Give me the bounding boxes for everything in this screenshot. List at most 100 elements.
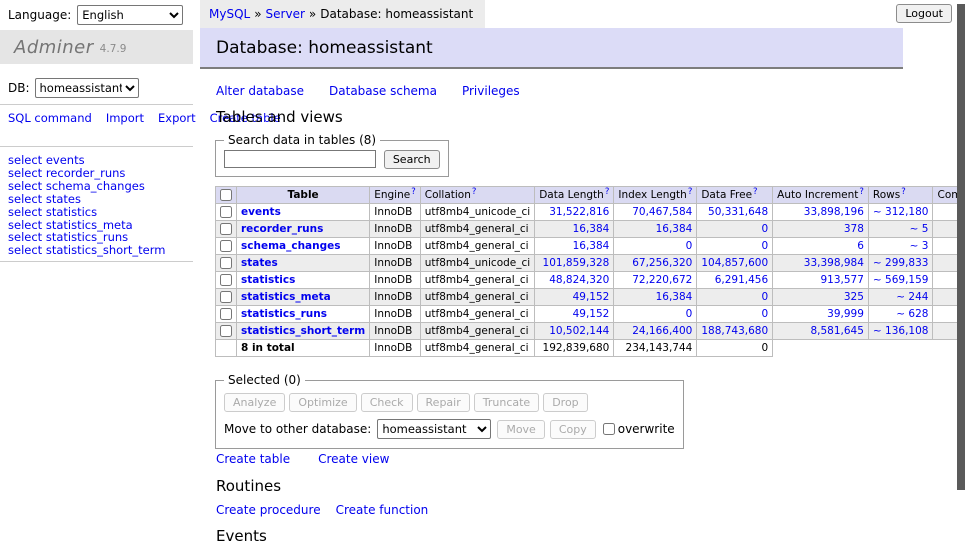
truncate-button[interactable]: Truncate [474, 393, 539, 412]
create-procedure-link[interactable]: Create procedure [216, 503, 321, 517]
table-name-link[interactable]: statistics_short_term [241, 325, 365, 337]
data-length-link[interactable]: 10,502,144 [539, 325, 609, 337]
rows-link[interactable]: ~ 628 [873, 308, 929, 320]
data-free-link[interactable]: 0 [701, 223, 768, 235]
analyze-button[interactable]: Analyze [224, 393, 285, 412]
repair-button[interactable]: Repair [417, 393, 470, 412]
data-length-link[interactable]: 101,859,328 [539, 257, 609, 269]
export-link[interactable]: Export [158, 111, 196, 125]
alter-database-link[interactable]: Alter database [216, 84, 304, 98]
help-link[interactable]: ? [859, 187, 864, 197]
select-link[interactable]: select [8, 192, 42, 206]
sql-command-link[interactable]: SQL command [8, 111, 92, 125]
data-free-link[interactable]: 188,743,680 [701, 325, 768, 337]
auto-increment-link[interactable]: 325 [777, 291, 864, 303]
create-view-link[interactable]: Create view [318, 452, 389, 466]
vertical-scrollbar[interactable] [957, 0, 966, 543]
table-name-link[interactable]: statistics_runs [241, 308, 327, 320]
help-link[interactable]: ? [605, 187, 610, 197]
data-length-link[interactable]: 31,522,816 [539, 206, 609, 218]
overwrite-checkbox[interactable] [603, 423, 615, 435]
table-name-link[interactable]: statistics [46, 205, 97, 219]
help-link[interactable]: ? [688, 187, 693, 197]
search-input[interactable] [224, 150, 376, 168]
table-name-link[interactable]: states [46, 192, 81, 206]
table-name-link[interactable]: events [46, 153, 85, 167]
index-length-link[interactable]: 0 [618, 240, 692, 252]
move-button[interactable]: Move [497, 420, 545, 439]
auto-increment-link[interactable]: 33,398,984 [777, 257, 864, 269]
row-checkbox[interactable] [220, 274, 232, 286]
index-length-link[interactable]: 16,384 [618, 223, 692, 235]
rows-link[interactable]: ~ 5 [873, 223, 929, 235]
optimize-button[interactable]: Optimize [289, 393, 356, 412]
row-checkbox[interactable] [220, 291, 232, 303]
privileges-link[interactable]: Privileges [462, 84, 520, 98]
select-all-checkbox[interactable] [220, 189, 232, 201]
index-length-link[interactable]: 0 [618, 308, 692, 320]
database-schema-link[interactable]: Database schema [329, 84, 437, 98]
data-length-link[interactable]: 48,824,320 [539, 274, 609, 286]
row-checkbox[interactable] [220, 206, 232, 218]
row-checkbox[interactable] [220, 223, 232, 235]
index-length-link[interactable]: 67,256,320 [618, 257, 692, 269]
check-button[interactable]: Check [361, 393, 413, 412]
table-name-link[interactable]: statistics [241, 274, 295, 286]
help-link[interactable]: ? [472, 187, 477, 197]
rows-link[interactable]: ~ 299,833 [873, 257, 929, 269]
table-name-link[interactable]: statistics_runs [46, 230, 128, 244]
index-length-link[interactable]: 24,166,400 [618, 325, 692, 337]
select-link[interactable]: select [8, 179, 42, 193]
import-link[interactable]: Import [106, 111, 144, 125]
language-select[interactable]: English [77, 5, 183, 25]
db-select[interactable]: homeassistant [35, 78, 139, 98]
auto-increment-link[interactable]: 6 [777, 240, 864, 252]
search-button[interactable]: Search [384, 150, 440, 169]
data-free-link[interactable]: 0 [701, 308, 768, 320]
table-name-link[interactable]: recorder_runs [241, 223, 323, 235]
help-link[interactable]: ? [901, 187, 906, 197]
data-free-link[interactable]: 0 [701, 240, 768, 252]
select-link[interactable]: select [8, 205, 42, 219]
move-db-select[interactable]: homeassistant [377, 419, 491, 439]
table-name-link[interactable]: statistics_short_term [46, 243, 166, 257]
data-length-link[interactable]: 49,152 [539, 291, 609, 303]
table-name-link[interactable]: recorder_runs [46, 166, 126, 180]
row-checkbox[interactable] [220, 240, 232, 252]
rows-link[interactable]: ~ 136,108 [873, 325, 929, 337]
data-free-link[interactable]: 50,331,648 [701, 206, 768, 218]
select-link[interactable]: select [8, 166, 42, 180]
auto-increment-link[interactable]: 8,581,645 [777, 325, 864, 337]
auto-increment-link[interactable]: 33,898,196 [777, 206, 864, 218]
rows-link[interactable]: ~ 3 [873, 240, 929, 252]
auto-increment-link[interactable]: 913,577 [777, 274, 864, 286]
data-free-link[interactable]: 0 [701, 291, 768, 303]
data-free-link[interactable]: 104,857,600 [701, 257, 768, 269]
table-name-link[interactable]: statistics_meta [241, 291, 331, 303]
auto-increment-link[interactable]: 39,999 [777, 308, 864, 320]
table-name-link[interactable]: events [241, 206, 281, 218]
help-link[interactable]: ? [753, 187, 758, 197]
auto-increment-link[interactable]: 378 [777, 223, 864, 235]
select-link[interactable]: select [8, 230, 42, 244]
rows-link[interactable]: ~ 244 [873, 291, 929, 303]
drop-button[interactable]: Drop [543, 393, 587, 412]
data-free-link[interactable]: 6,291,456 [701, 274, 768, 286]
copy-button[interactable]: Copy [550, 420, 596, 439]
index-length-link[interactable]: 16,384 [618, 291, 692, 303]
row-checkbox[interactable] [220, 325, 232, 337]
data-length-link[interactable]: 16,384 [539, 223, 609, 235]
create-table-link[interactable]: Create table [216, 452, 290, 466]
select-link[interactable]: select [8, 218, 42, 232]
table-name-link[interactable]: states [241, 257, 278, 269]
row-checkbox[interactable] [220, 308, 232, 320]
rows-link[interactable]: ~ 569,159 [873, 274, 929, 286]
create-function-link[interactable]: Create function [336, 503, 429, 517]
table-name-link[interactable]: schema_changes [46, 179, 145, 193]
data-length-link[interactable]: 49,152 [539, 308, 609, 320]
index-length-link[interactable]: 72,220,672 [618, 274, 692, 286]
index-length-link[interactable]: 70,467,584 [618, 206, 692, 218]
select-link[interactable]: select [8, 153, 42, 167]
table-name-link[interactable]: statistics_meta [46, 218, 133, 232]
row-checkbox[interactable] [220, 257, 232, 269]
